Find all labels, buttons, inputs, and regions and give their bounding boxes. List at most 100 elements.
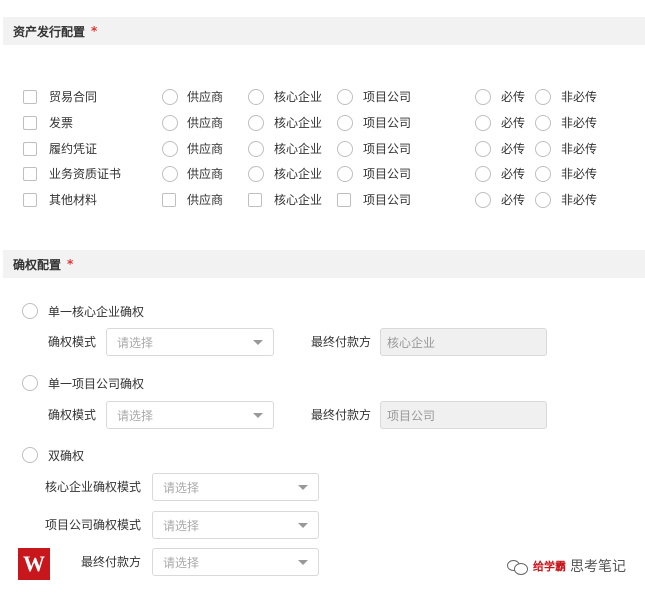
dual-confirm-label: 双确权 xyxy=(48,449,85,463)
project-company-option[interactable] xyxy=(337,141,353,157)
optional-radio[interactable] xyxy=(535,89,551,105)
supplier-option[interactable] xyxy=(162,89,178,105)
final-payer-value: 项目公司 xyxy=(387,408,436,423)
core-confirm-mode-select[interactable]: 请选择 xyxy=(152,473,319,501)
supplier-option[interactable] xyxy=(162,115,178,131)
project-company-label: 项目公司 xyxy=(363,116,412,130)
project-company-label: 项目公司 xyxy=(363,142,412,156)
project-confirm-mode-label: 项目公司确权模式 xyxy=(45,518,142,532)
supplier-option[interactable] xyxy=(162,166,178,182)
chevron-down-icon xyxy=(298,523,308,528)
material-checkbox[interactable] xyxy=(23,167,37,181)
core-enterprise-label: 核心企业 xyxy=(274,90,323,104)
supplier-label: 供应商 xyxy=(187,167,224,181)
watermark: 给学霸 思考笔记 xyxy=(507,556,626,576)
core-enterprise-label: 核心企业 xyxy=(274,142,323,156)
required-radio[interactable] xyxy=(475,166,491,182)
chevron-down-icon xyxy=(298,560,308,565)
final-payer-label: 最终付款方 xyxy=(311,408,372,422)
confirm-mode-select[interactable]: 请选择 xyxy=(106,328,274,356)
core-enterprise-option[interactable] xyxy=(248,141,264,157)
final-payer-field: 项目公司 xyxy=(380,401,547,429)
supplier-option[interactable] xyxy=(162,193,176,207)
optional-label: 非必传 xyxy=(561,90,598,104)
material-checkbox[interactable] xyxy=(23,116,37,130)
required-radio[interactable] xyxy=(475,141,491,157)
project-company-label: 项目公司 xyxy=(363,193,412,207)
required-label: 必传 xyxy=(501,142,526,156)
required-label: 必传 xyxy=(501,167,526,181)
optional-label: 非必传 xyxy=(561,142,598,156)
project-company-option[interactable] xyxy=(337,115,353,131)
material-name-label: 其他材料 xyxy=(49,193,98,207)
core-enterprise-label: 核心企业 xyxy=(274,167,323,181)
required-label: 必传 xyxy=(501,193,526,207)
single-core-confirm-radio[interactable] xyxy=(22,303,38,319)
project-company-option[interactable] xyxy=(337,193,351,207)
final-payer-value: 核心企业 xyxy=(387,335,436,350)
material-name-label: 贸易合同 xyxy=(49,90,98,104)
select-placeholder: 请选择 xyxy=(163,480,200,495)
final-payer-label: 最终付款方 xyxy=(81,555,142,569)
material-checkbox[interactable] xyxy=(23,193,37,207)
final-payer-select[interactable]: 请选择 xyxy=(152,548,319,576)
logo-letter: W xyxy=(23,551,45,576)
supplier-option[interactable] xyxy=(162,141,178,157)
core-confirm-mode-label: 核心企业确权模式 xyxy=(45,480,142,494)
core-enterprise-label: 核心企业 xyxy=(274,193,323,207)
required-label: 必传 xyxy=(501,90,526,104)
chevron-down-icon xyxy=(298,485,308,490)
single-project-confirm-radio[interactable] xyxy=(22,375,38,391)
optional-label: 非必传 xyxy=(561,193,598,207)
watermark-red-text: 给学霸 xyxy=(533,560,566,573)
supplier-label: 供应商 xyxy=(187,193,224,207)
asset-config-header: 资产发行配置 * xyxy=(3,17,645,45)
required-radio[interactable] xyxy=(475,115,491,131)
dual-confirm-radio[interactable] xyxy=(22,447,38,463)
final-payer-label: 最终付款方 xyxy=(311,335,372,349)
optional-radio[interactable] xyxy=(535,141,551,157)
material-name-label: 业务资质证书 xyxy=(49,167,122,181)
optional-label: 非必传 xyxy=(561,116,598,130)
single-project-confirm-label: 单一项目公司确权 xyxy=(48,377,145,391)
required-radio[interactable] xyxy=(475,192,491,208)
watermark-text: 思考笔记 xyxy=(570,559,626,575)
required-label: 必传 xyxy=(501,116,526,130)
material-name-label: 履约凭证 xyxy=(49,142,98,156)
select-placeholder: 请选择 xyxy=(117,335,154,350)
final-payer-field: 核心企业 xyxy=(380,328,547,356)
supplier-label: 供应商 xyxy=(187,116,224,130)
chevron-down-icon xyxy=(253,413,263,418)
core-enterprise-option[interactable] xyxy=(248,193,262,207)
confirm-config-header: 确权配置 * xyxy=(3,250,645,278)
asset-config-title: 资产发行配置 xyxy=(13,24,86,39)
optional-radio[interactable] xyxy=(535,166,551,182)
core-enterprise-option[interactable] xyxy=(248,89,264,105)
select-placeholder: 请选择 xyxy=(163,555,200,570)
project-company-option[interactable] xyxy=(337,166,353,182)
material-checkbox[interactable] xyxy=(23,142,37,156)
project-company-label: 项目公司 xyxy=(363,167,412,181)
optional-radio[interactable] xyxy=(535,192,551,208)
core-enterprise-option[interactable] xyxy=(248,166,264,182)
select-placeholder: 请选择 xyxy=(163,518,200,533)
confirm-mode-label: 确权模式 xyxy=(48,408,97,422)
supplier-label: 供应商 xyxy=(187,142,224,156)
project-company-option[interactable] xyxy=(337,89,353,105)
brand-logo: W xyxy=(18,548,50,580)
required-radio[interactable] xyxy=(475,89,491,105)
core-enterprise-option[interactable] xyxy=(248,115,264,131)
optional-radio[interactable] xyxy=(535,115,551,131)
project-confirm-mode-select[interactable]: 请选择 xyxy=(152,511,319,539)
confirm-mode-select[interactable]: 请选择 xyxy=(106,401,274,429)
confirm-mode-label: 确权模式 xyxy=(48,335,97,349)
project-company-label: 项目公司 xyxy=(363,90,412,104)
confirm-config-title: 确权配置 xyxy=(13,257,62,272)
supplier-label: 供应商 xyxy=(187,90,224,104)
required-mark: * xyxy=(91,24,98,38)
required-mark: * xyxy=(67,257,74,271)
core-enterprise-label: 核心企业 xyxy=(274,116,323,130)
optional-label: 非必传 xyxy=(561,167,598,181)
select-placeholder: 请选择 xyxy=(117,408,154,423)
material-checkbox[interactable] xyxy=(23,90,37,104)
